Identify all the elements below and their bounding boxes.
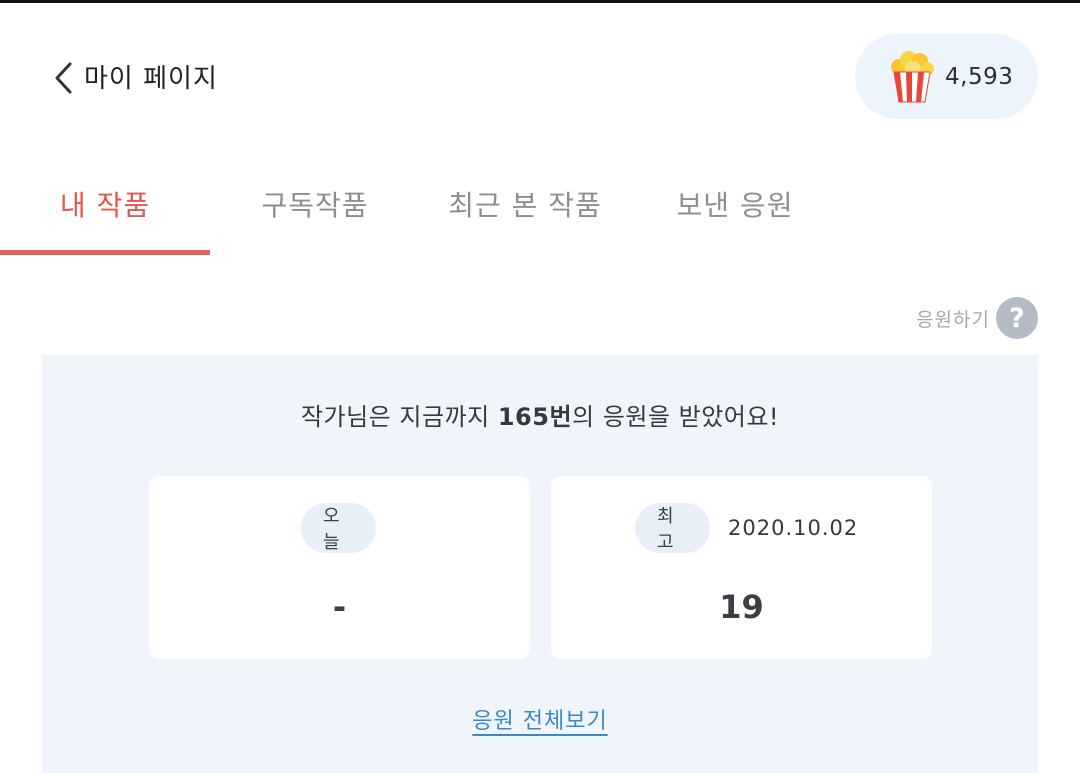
tab-my-works[interactable]: 내 작품 bbox=[0, 184, 210, 224]
cheer-help-label: 응원하기 bbox=[916, 308, 990, 331]
question-icon: ? bbox=[996, 297, 1038, 339]
top-edge-strip bbox=[0, 0, 1080, 3]
cheer-summary-text: 작가님은 지금까지 165번의 응원을 받았어요! bbox=[42, 397, 1038, 432]
best-cheers-date: 2020.10.02 bbox=[728, 516, 859, 540]
popcorn-icon bbox=[891, 50, 934, 102]
summary-count: 165번 bbox=[497, 403, 573, 431]
back-button[interactable] bbox=[44, 56, 84, 100]
best-cheers-value: 19 bbox=[719, 588, 764, 626]
today-cheers-card: 오늘 - bbox=[149, 476, 530, 659]
chevron-left-icon bbox=[55, 62, 72, 94]
view-all-row: 응원 전체보기 bbox=[42, 703, 1038, 735]
summary-prefix: 작가님은 지금까지 bbox=[300, 403, 498, 431]
tab-sent-cheers[interactable]: 보낸 응원 bbox=[630, 184, 840, 224]
today-cheers-value: - bbox=[332, 588, 347, 626]
cheer-summary-panel: 작가님은 지금까지 165번의 응원을 받았어요! 오늘 - 최고 2020.1… bbox=[42, 355, 1038, 773]
cheer-help-button[interactable]: 응원하기 ? bbox=[916, 297, 1038, 339]
points-balance-pill[interactable]: 4,593 bbox=[855, 34, 1038, 119]
tab-recent-works[interactable]: 최근 본 작품 bbox=[420, 184, 630, 224]
tab-subscribed-works[interactable]: 구독작품 bbox=[210, 184, 420, 224]
points-value: 4,593 bbox=[945, 63, 1014, 90]
best-label-chip: 최고 bbox=[635, 503, 710, 553]
today-label-chip: 오늘 bbox=[301, 503, 376, 553]
summary-suffix: 의 응원을 받았어요! bbox=[572, 403, 780, 431]
best-cheers-card: 최고 2020.10.02 19 bbox=[551, 476, 932, 659]
active-tab-indicator bbox=[0, 250, 210, 255]
tab-bar: 내 작품 구독작품 최근 본 작품 보낸 응원 bbox=[0, 170, 1080, 256]
view-all-cheers-link[interactable]: 응원 전체보기 bbox=[472, 709, 607, 734]
page-title: 마이 페이지 bbox=[84, 64, 218, 94]
